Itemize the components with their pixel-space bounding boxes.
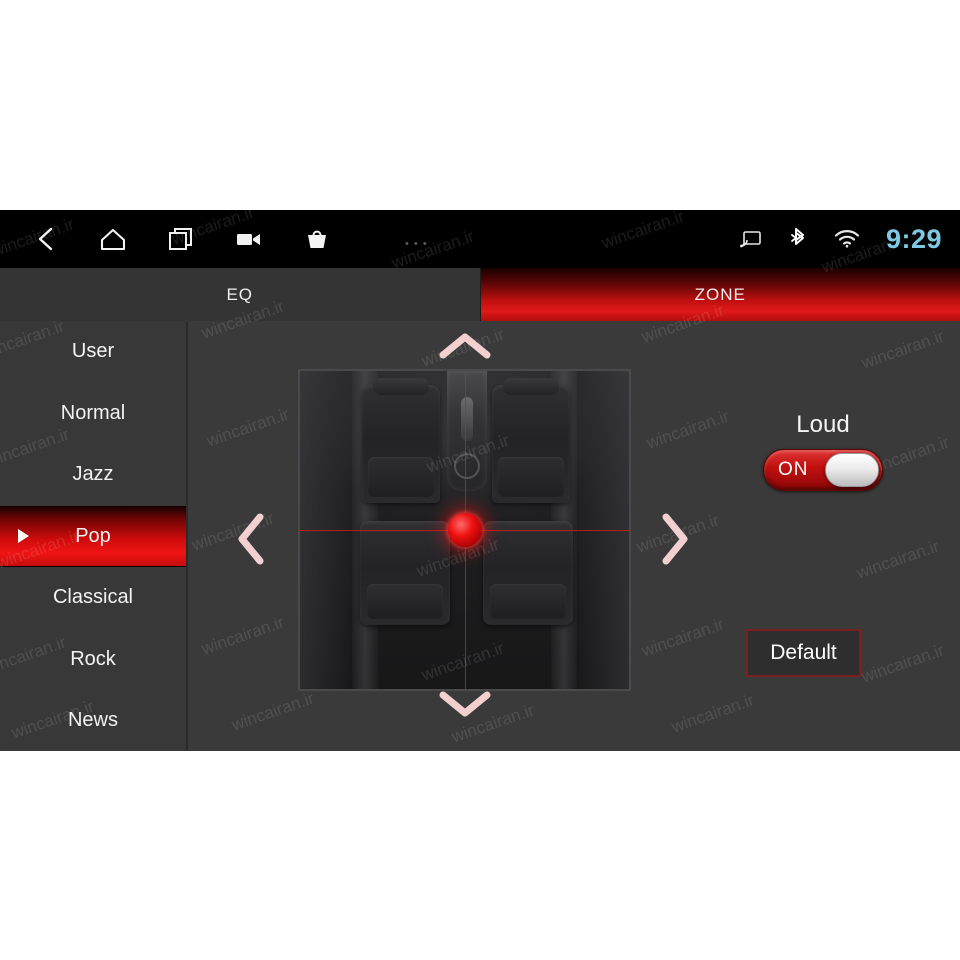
clock: 9:29: [885, 223, 942, 254]
chevron-right-icon[interactable]: [660, 511, 690, 567]
screenshot-canvas: • • • 9:29 EQ ZONE User Normal Jazz Pop …: [0, 0, 960, 960]
seat-rear-left: [360, 521, 450, 625]
home-icon[interactable]: [98, 224, 128, 254]
tab-eq-label: EQ: [226, 284, 254, 304]
tab-eq[interactable]: EQ: [0, 268, 481, 321]
gear-shifter: [461, 397, 473, 441]
seat-cushion: [498, 456, 564, 497]
seat-cushion: [490, 583, 566, 619]
preset-item-news[interactable]: News: [0, 690, 186, 751]
eq-preset-list: User Normal Jazz Pop Classical Rock News: [0, 321, 188, 751]
seat-front-right: [492, 378, 570, 503]
seat-cushion: [367, 583, 443, 619]
preset-label: Normal: [60, 401, 126, 424]
zone-focus-dot[interactable]: [447, 513, 482, 547]
preset-label: User: [71, 340, 115, 363]
status-bar: • • • 9:29: [0, 210, 960, 268]
preset-item-normal[interactable]: Normal: [0, 383, 186, 445]
apps-bag-icon[interactable]: [302, 224, 332, 254]
chevron-up-icon[interactable]: [437, 331, 493, 361]
zone-panel: Loud ON Default: [188, 321, 960, 751]
cup-holder: [454, 453, 480, 479]
preset-label: Jazz: [72, 463, 114, 486]
tab-bar: EQ ZONE: [0, 268, 960, 321]
preset-item-classical[interactable]: Classical: [0, 567, 186, 629]
default-button[interactable]: Default: [746, 629, 861, 677]
loud-label: Loud: [796, 411, 850, 438]
preset-item-jazz[interactable]: Jazz: [0, 444, 186, 506]
preset-label: Pop: [75, 524, 111, 547]
seat-rear-right: [483, 521, 573, 625]
loud-control: Loud ON: [748, 411, 898, 491]
car-cabin-zone-selector[interactable]: [298, 369, 631, 691]
system-status-icons: 9:29: [736, 210, 942, 268]
chevron-down-icon[interactable]: [437, 689, 493, 719]
preset-item-user[interactable]: User: [0, 321, 186, 383]
selected-marker-icon: [18, 529, 29, 544]
car-headunit-screen: • • • 9:29 EQ ZONE User Normal Jazz Pop …: [0, 210, 960, 751]
content-area: User Normal Jazz Pop Classical Rock News…: [0, 321, 960, 751]
overflow-dots: • • •: [405, 238, 428, 250]
preset-label: Classical: [52, 586, 134, 609]
loud-toggle-knob[interactable]: [825, 453, 879, 487]
bluetooth-icon[interactable]: [784, 224, 814, 254]
navigation-bar: [30, 210, 332, 268]
loud-toggle-state: ON: [778, 459, 809, 480]
headrest: [372, 378, 430, 395]
default-button-label: Default: [770, 641, 837, 664]
tab-zone[interactable]: ZONE: [480, 268, 960, 321]
center-console: [447, 371, 487, 491]
preset-label: News: [67, 709, 118, 732]
seat-front-left: [362, 378, 440, 503]
loud-toggle[interactable]: ON: [763, 449, 883, 491]
preset-label: Rock: [70, 647, 116, 670]
tab-zone-label: ZONE: [694, 284, 746, 304]
headrest: [502, 378, 560, 395]
video-icon[interactable]: [234, 224, 264, 254]
recents-icon[interactable]: [166, 224, 196, 254]
wifi-icon[interactable]: [832, 224, 862, 254]
back-icon[interactable]: [30, 224, 60, 254]
chevron-left-icon[interactable]: [236, 511, 266, 567]
preset-item-rock[interactable]: Rock: [0, 629, 186, 691]
preset-item-pop[interactable]: Pop: [0, 505, 186, 567]
seat-cushion: [368, 456, 434, 497]
cast-icon[interactable]: [736, 224, 766, 254]
